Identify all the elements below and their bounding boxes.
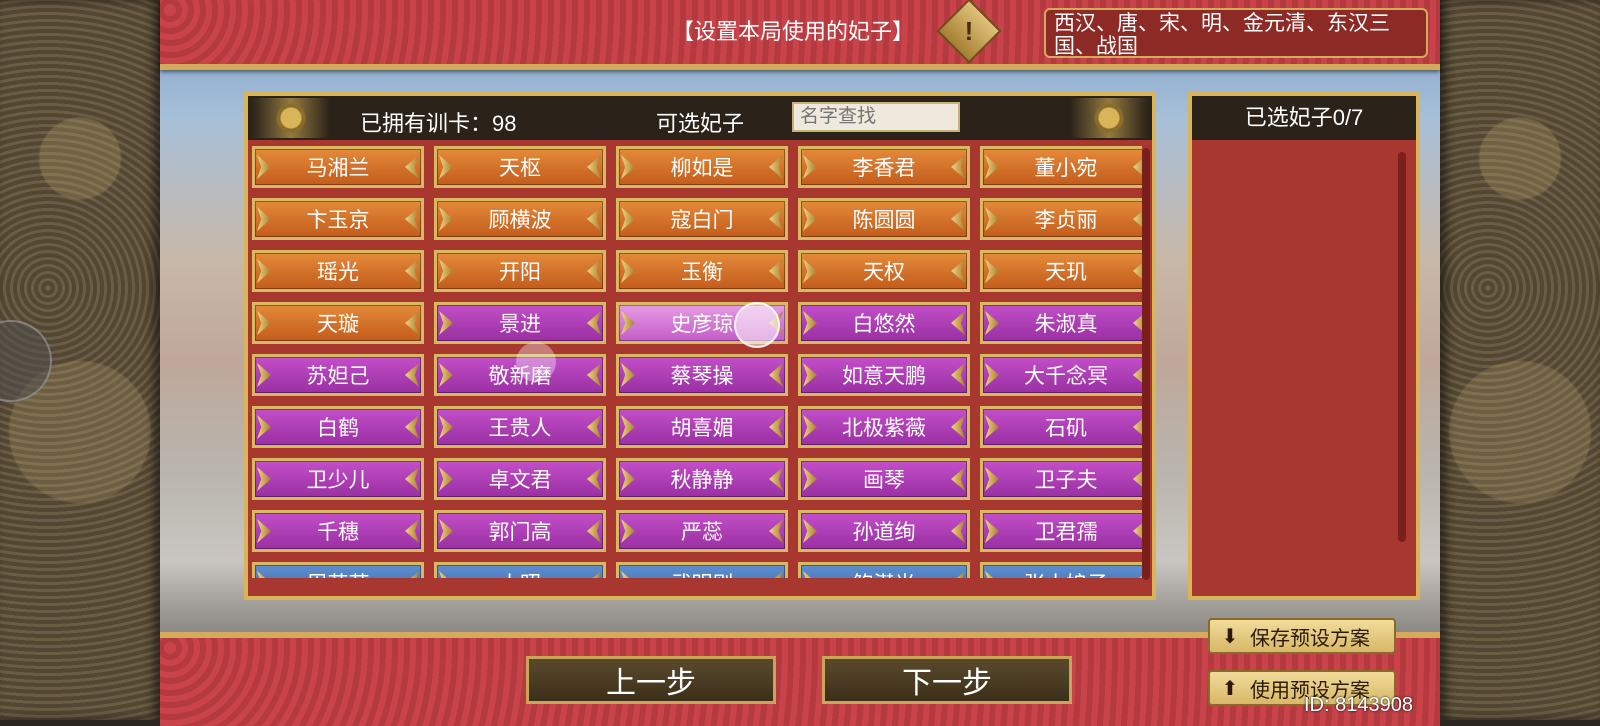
panel-header: 已拥有训卡：98 可选妃子 bbox=[248, 96, 1152, 140]
selected-scrollbar[interactable] bbox=[1398, 152, 1406, 542]
concubine-card[interactable]: 孙道绚 bbox=[798, 510, 970, 552]
exclamation-mark: ! bbox=[964, 15, 974, 46]
concubine-card[interactable]: 卫子夫 bbox=[980, 458, 1142, 500]
concubine-card[interactable]: 鲍潜光 bbox=[798, 562, 970, 578]
concubine-card[interactable]: 柳如是 bbox=[616, 146, 788, 188]
concubine-card[interactable]: 董小宛 bbox=[980, 146, 1142, 188]
touch-indicator bbox=[516, 342, 556, 382]
concubine-card[interactable]: 石矶 bbox=[980, 406, 1142, 448]
concubine-card[interactable]: 武明则 bbox=[616, 562, 788, 578]
previous-step-button[interactable]: 上一步 bbox=[526, 656, 776, 704]
concubine-card[interactable]: 玉衡 bbox=[616, 250, 788, 292]
dynasty-info: 西汉、唐、宋、明、金元清、东汉三国、战国 bbox=[1044, 8, 1428, 58]
concubine-card[interactable]: 王贵人 bbox=[434, 406, 606, 448]
save-preset-button[interactable]: ⬇ 保存预设方案 bbox=[1208, 618, 1396, 654]
list-scrollbar[interactable] bbox=[1142, 148, 1150, 580]
concubine-card[interactable]: 苏妲己 bbox=[252, 354, 424, 396]
selected-count-title: 已选妃子0/7 bbox=[1192, 96, 1416, 140]
concubine-card[interactable]: 胡喜媚 bbox=[616, 406, 788, 448]
concubine-card[interactable]: 开阳 bbox=[434, 250, 606, 292]
dragon-ornament-icon bbox=[252, 98, 330, 138]
concubine-card[interactable]: 郭门高 bbox=[434, 510, 606, 552]
concubine-card[interactable]: 蔡琴操 bbox=[616, 354, 788, 396]
owned-cards-count: 已拥有训卡：98 bbox=[360, 111, 517, 136]
dragon-ornament-icon bbox=[1070, 98, 1148, 138]
concubine-card[interactable]: 周芷若 bbox=[252, 562, 424, 578]
concubine-card[interactable]: 张小娘子 bbox=[980, 562, 1142, 578]
upload-icon: ⬆ bbox=[1221, 677, 1239, 700]
concubine-card[interactable]: 瑶光 bbox=[252, 250, 424, 292]
concubine-card[interactable]: 朱淑真 bbox=[980, 302, 1142, 344]
name-search-input[interactable] bbox=[792, 102, 960, 132]
concubine-card[interactable]: 如意天鹏 bbox=[798, 354, 970, 396]
concubine-card[interactable]: 寇白门 bbox=[616, 198, 788, 240]
concubine-card[interactable]: 天璇 bbox=[252, 302, 424, 344]
concubine-grid: 马湘兰 天枢 柳如是 李香君 董小宛卞玉京 顾横波 寇白门 陈圆圆 李贞丽瑶光 开阳 玉衡 天权 天玑天… bbox=[252, 146, 1142, 578]
concubine-card[interactable]: 陈圆圆 bbox=[798, 198, 970, 240]
concubine-card[interactable]: 卫少儿 bbox=[252, 458, 424, 500]
concubine-card[interactable]: 卓文君 bbox=[434, 458, 606, 500]
concubine-card[interactable]: 李香君 bbox=[798, 146, 970, 188]
next-step-button[interactable]: 下一步 bbox=[822, 656, 1072, 704]
right-dragon-decoration bbox=[1440, 0, 1600, 720]
concubine-card[interactable]: 李贞丽 bbox=[980, 198, 1142, 240]
concubine-card[interactable]: 小昭 bbox=[434, 562, 606, 578]
concubine-grid-viewport[interactable]: 马湘兰 天枢 柳如是 李香君 董小宛卞玉京 顾横波 寇白门 陈圆圆 李贞丽瑶光 开阳 玉衡 天权 天玑天… bbox=[252, 146, 1142, 578]
concubine-card[interactable]: 大千念冥 bbox=[980, 354, 1142, 396]
top-bar: 【设置本局使用的妃子】 ! 西汉、唐、宋、明、金元清、东汉三国、战国 bbox=[160, 0, 1440, 70]
concubine-card[interactable]: 卫君孺 bbox=[980, 510, 1142, 552]
concubine-card[interactable]: 天权 bbox=[798, 250, 970, 292]
page-title: 【设置本局使用的妃子】 bbox=[672, 19, 915, 44]
available-label: 可选妃子 bbox=[656, 111, 745, 136]
concubine-card[interactable]: 顾横波 bbox=[434, 198, 606, 240]
concubine-card[interactable]: 天枢 bbox=[434, 146, 606, 188]
save-preset-label: 保存预设方案 bbox=[1250, 627, 1370, 650]
download-icon: ⬇ bbox=[1221, 625, 1239, 648]
main-area: 【设置本局使用的妃子】 ! 西汉、唐、宋、明、金元清、东汉三国、战国 已拥有训卡… bbox=[160, 0, 1440, 726]
warning-icon[interactable]: ! bbox=[936, 0, 1002, 64]
concubine-card[interactable]: 画琴 bbox=[798, 458, 970, 500]
concubine-card[interactable]: 北极紫薇 bbox=[798, 406, 970, 448]
selected-concubines-panel: 已选妃子0/7 bbox=[1188, 92, 1420, 600]
touch-indicator bbox=[734, 302, 780, 348]
available-concubines-panel: 已拥有训卡：98 可选妃子 马湘兰天枢柳如是李香君董小宛卞玉京顾横波寇白门陈圆圆… bbox=[244, 92, 1156, 600]
user-id: ID: 8143908 bbox=[1304, 694, 1413, 716]
concubine-card[interactable]: 严蕊 bbox=[616, 510, 788, 552]
concubine-card[interactable]: 白悠然 bbox=[798, 302, 970, 344]
concubine-card[interactable]: 秋静静 bbox=[616, 458, 788, 500]
concubine-card[interactable]: 天玑 bbox=[980, 250, 1142, 292]
concubine-card[interactable]: 千穗 bbox=[252, 510, 424, 552]
concubine-card[interactable]: 马湘兰 bbox=[252, 146, 424, 188]
concubine-card[interactable]: 景进 bbox=[434, 302, 606, 344]
concubine-card[interactable]: 卞玉京 bbox=[252, 198, 424, 240]
concubine-card[interactable]: 白鹤 bbox=[252, 406, 424, 448]
